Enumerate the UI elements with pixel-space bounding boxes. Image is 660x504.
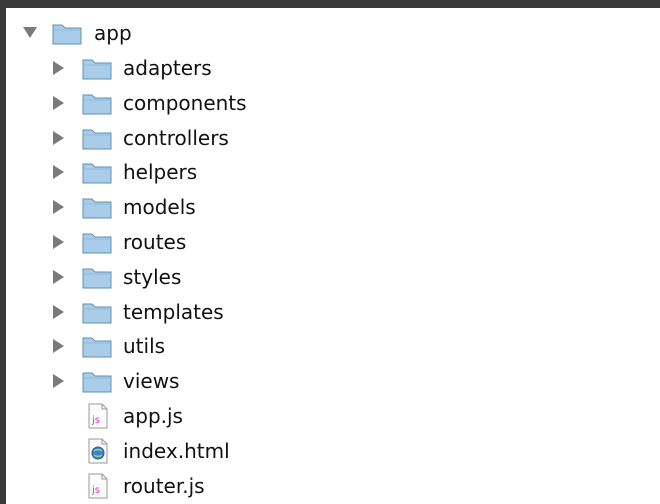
tree-row-folder[interactable]: adapters [6,53,660,83]
tree-row-file[interactable]: index.html [6,436,660,466]
disclosure-triangle-closed-icon[interactable] [53,269,64,284]
tree-row-file[interactable]: js app.js [6,401,660,431]
disclosure-triangle-closed-icon[interactable] [53,339,64,354]
tree-item-label: utils [123,334,166,359]
tree-item-label: index.html [123,438,230,463]
folder-icon [82,303,112,324]
folder-icon [82,268,112,289]
html-file-icon [88,438,108,464]
tree-item-label: helpers [123,160,198,185]
folder-icon [82,337,112,358]
file-badge-text: js [91,415,100,426]
tree-item-label: routes [123,230,187,254]
file-badge-text: js [91,485,100,496]
folder-icon [82,59,112,80]
disclosure-triangle-closed-icon[interactable] [53,200,64,215]
disclosure-triangle-closed-icon[interactable] [53,61,64,75]
tree-row-folder[interactable]: helpers [6,157,660,187]
disclosure-triangle-closed-icon[interactable] [53,95,64,110]
tree-item-label: router.js [123,473,205,498]
tree-row-folder[interactable]: utils [6,331,660,361]
tree-item-label: models [123,195,196,220]
disclosure-triangle-closed-icon[interactable] [53,304,64,319]
disclosure-triangle-closed-icon[interactable] [53,235,64,249]
tree-row-folder[interactable]: views [6,366,660,396]
folder-icon [82,198,112,219]
tree-row-folder[interactable]: models [6,192,660,222]
disclosure-triangle-open-icon[interactable] [23,27,37,38]
tree-row-folder[interactable]: templates [6,297,660,327]
disclosure-triangle-closed-icon[interactable] [53,130,64,145]
tree-item-label: adapters [123,56,212,80]
folder-icon [82,233,112,254]
js-file-icon: js [88,403,108,429]
tree-row-folder[interactable]: components [6,88,660,118]
tree-row-file[interactable]: js router.js [6,471,660,501]
folder-icon [52,24,82,45]
folder-icon [82,94,112,115]
tree-item-label: views [123,369,180,394]
tree-row-root[interactable]: app [6,18,660,48]
tree-item-label: components [123,90,247,115]
tree-item-label: app.js [123,404,183,428]
tree-item-label: controllers [123,125,229,150]
folder-icon [82,163,112,184]
tree-item-label: templates [123,299,224,324]
folder-icon [82,129,112,150]
disclosure-triangle-closed-icon[interactable] [53,165,64,180]
folder-icon [82,372,112,393]
file-tree-panel: app adapters components controllers helpers… [6,8,660,504]
tree-item-label: app [94,21,132,45]
js-file-icon: js [88,473,108,499]
tree-item-label: styles [123,264,182,289]
disclosure-triangle-closed-icon[interactable] [53,374,64,389]
tree-row-folder[interactable]: controllers [6,123,660,153]
tree-row-folder[interactable]: routes [6,227,660,257]
tree-row-folder[interactable]: styles [6,262,660,292]
